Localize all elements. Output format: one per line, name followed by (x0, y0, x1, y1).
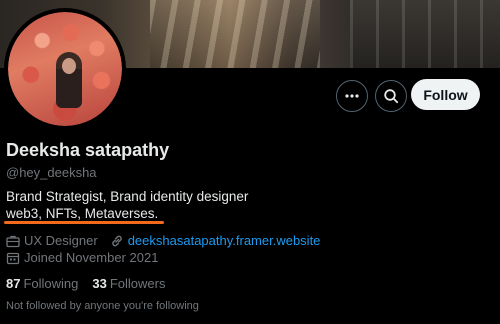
avatar[interactable] (4, 8, 126, 130)
website-link[interactable]: deekshasatapathy.framer.website (128, 233, 321, 248)
calendar-icon (6, 252, 20, 264)
annotation-underline (4, 221, 164, 224)
profile-handle: @hey_deeksha (6, 165, 97, 180)
follow-counts: 87 Following 33 Followers (6, 276, 179, 291)
search-button[interactable] (375, 80, 407, 112)
banner-detail (350, 0, 500, 68)
profile-meta-row: UX Designer deekshasatapathy.framer.webs… (6, 233, 320, 248)
banner-detail (150, 0, 320, 68)
search-icon (384, 89, 399, 104)
follow-button[interactable]: Follow (411, 79, 480, 110)
followers-count[interactable]: 33 (92, 276, 106, 291)
bio-line-2: web3, NFTs, Metaverses. (6, 206, 159, 221)
following-label[interactable]: Following (23, 276, 78, 291)
joined-date: Joined November 2021 (24, 250, 159, 265)
profile-meta-row: Joined November 2021 (6, 250, 170, 265)
profile-page: Follow Deeksha satapathy @hey_deeksha Br… (0, 0, 500, 324)
link-icon (111, 235, 122, 246)
avatar-face (62, 58, 76, 74)
bio-line-1: Brand Strategist, Brand identity designe… (6, 189, 249, 204)
followers-label[interactable]: Followers (110, 276, 166, 291)
mutual-followers-note: Not followed by anyone you're following (6, 300, 199, 312)
following-count[interactable]: 87 (6, 276, 20, 291)
avatar-image (8, 12, 122, 126)
more-icon (345, 94, 359, 98)
job-title: UX Designer (24, 233, 98, 248)
briefcase-icon (6, 235, 20, 247)
more-button[interactable] (336, 80, 368, 112)
profile-name: Deeksha satapathy (6, 140, 170, 160)
